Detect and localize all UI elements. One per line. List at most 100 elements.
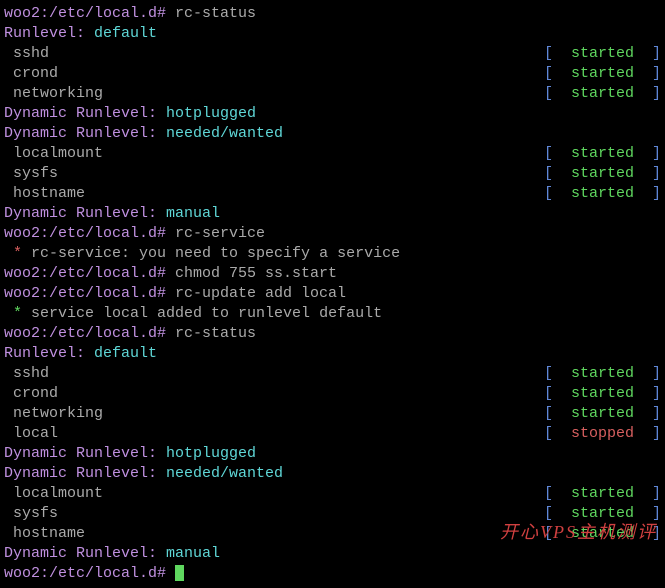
service-name: networking [4,84,544,104]
bracket: ] [652,85,661,102]
prompt-line: woo2:/etc/local.d# chmod 755 ss.start [4,264,661,284]
bracket: [ [544,65,553,82]
status-started: started [553,45,652,62]
service-line: localmount[ started ] [4,144,661,164]
cursor-icon [175,565,184,581]
command: rc-update add local [175,285,346,302]
dynamic-runlevel-line: Dynamic Runlevel: hotplugged [4,444,661,464]
runlevel-value: hotplugged [166,445,256,462]
runlevel-label: Runlevel: [4,345,94,362]
prompt: woo2:/etc/local.d# [4,325,175,342]
command: rc-status [175,5,256,22]
error-text: rc-service: you need to specify a servic… [31,245,400,262]
star-icon: * [4,305,31,322]
status-started: started [553,85,652,102]
runlevel-value: needed/wanted [166,465,283,482]
bracket: [ [544,185,553,202]
bracket: [ [544,85,553,102]
bracket: ] [652,45,661,62]
status-started: started [553,405,652,422]
service-line: networking[ started ] [4,84,661,104]
service-line: local[ stopped ] [4,424,661,444]
bracket: ] [652,425,661,442]
bracket: ] [652,165,661,182]
command: rc-service [175,225,265,242]
runlevel-label: Dynamic Runlevel: [4,105,166,122]
runlevel-value: manual [166,205,220,222]
status-started: started [553,65,652,82]
dynamic-runlevel-line: Dynamic Runlevel: needed/wanted [4,124,661,144]
status-started: started [553,165,652,182]
bracket: [ [544,385,553,402]
prompt: woo2:/etc/local.d# [4,285,175,302]
service-name: crond [4,384,544,404]
status-started: started [553,485,652,502]
bracket: ] [652,185,661,202]
prompt-line[interactable]: woo2:/etc/local.d# [4,564,661,584]
prompt: woo2:/etc/local.d# [4,225,175,242]
status-started: started [553,505,652,522]
runlevel-label: Dynamic Runlevel: [4,465,166,482]
runlevel-line: Runlevel: default [4,344,661,364]
service-line: sysfs[ started ] [4,504,661,524]
runlevel-value: default [94,25,157,42]
service-name: sysfs [4,164,544,184]
prompt: woo2:/etc/local.d# [4,5,175,22]
prompt: woo2:/etc/local.d# [4,265,175,282]
message-line: * service local added to runlevel defaul… [4,304,661,324]
service-line: localmount[ started ] [4,484,661,504]
service-name: sshd [4,44,544,64]
service-name: localmount [4,144,544,164]
status-started: started [553,365,652,382]
bracket: ] [652,405,661,422]
runlevel-label: Dynamic Runlevel: [4,205,166,222]
status-stopped: stopped [553,425,652,442]
runlevel-label: Dynamic Runlevel: [4,125,166,142]
runlevel-value: needed/wanted [166,125,283,142]
service-line: sshd[ started ] [4,44,661,64]
star-icon: * [4,245,31,262]
prompt: woo2:/etc/local.d# [4,565,175,582]
status-started: started [553,145,652,162]
runlevel-label: Dynamic Runlevel: [4,445,166,462]
bracket: [ [544,485,553,502]
bracket: [ [544,165,553,182]
prompt-line: woo2:/etc/local.d# rc-status [4,4,661,24]
service-name: local [4,424,544,444]
bracket: ] [652,65,661,82]
runlevel-value: default [94,345,157,362]
runlevel-label: Runlevel: [4,25,94,42]
service-name: networking [4,404,544,424]
service-line: networking[ started ] [4,404,661,424]
command: chmod 755 ss.start [175,265,337,282]
service-line: hostname[ started ] [4,184,661,204]
service-name: sshd [4,364,544,384]
bracket: [ [544,45,553,62]
service-name: crond [4,64,544,84]
message-text: service local added to runlevel default [31,305,382,322]
dynamic-runlevel-line: Dynamic Runlevel: hotplugged [4,104,661,124]
service-line: sysfs[ started ] [4,164,661,184]
runlevel-label: Dynamic Runlevel: [4,545,166,562]
service-line: crond[ started ] [4,64,661,84]
runlevel-value: hotplugged [166,105,256,122]
service-name: hostname [4,184,544,204]
service-name: localmount [4,484,544,504]
dynamic-runlevel-line: Dynamic Runlevel: manual [4,204,661,224]
prompt-line: woo2:/etc/local.d# rc-update add local [4,284,661,304]
bracket: [ [544,145,553,162]
dynamic-runlevel-line: Dynamic Runlevel: manual [4,544,661,564]
bracket: ] [652,365,661,382]
runlevel-line: Runlevel: default [4,24,661,44]
service-name: hostname [4,524,544,544]
status-started: started [553,185,652,202]
status-started: started [553,385,652,402]
bracket: [ [544,365,553,382]
watermark-text: 开心VPS主机测评 [500,522,657,542]
bracket: [ [544,505,553,522]
bracket: ] [652,505,661,522]
bracket: [ [544,425,553,442]
bracket: ] [652,385,661,402]
dynamic-runlevel-line: Dynamic Runlevel: needed/wanted [4,464,661,484]
service-name: sysfs [4,504,544,524]
